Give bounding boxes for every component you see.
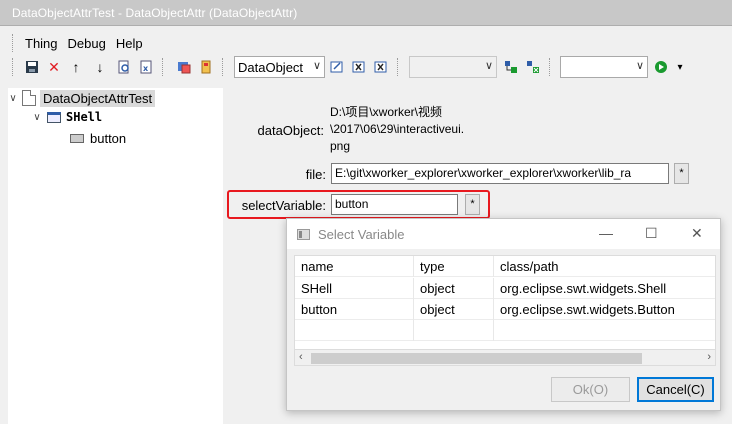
data-object-label: dataObject: bbox=[257, 123, 325, 138]
move-up-icon[interactable]: ↑ bbox=[67, 58, 85, 76]
dialog-titlebar[interactable]: Select Variable — ☐ ✕ bbox=[287, 219, 720, 249]
svg-text:x: x bbox=[143, 64, 149, 73]
file-field[interactable]: E:\git\xworker_explorer\xworker_explorer… bbox=[331, 163, 669, 184]
cell-class-path: org.eclipse.swt.widgets.Button bbox=[500, 302, 675, 317]
find-icon[interactable] bbox=[115, 58, 133, 76]
column-header-class-path[interactable]: class/path bbox=[494, 256, 715, 277]
cell-name: button bbox=[295, 299, 414, 320]
data-object-value: D:\项目\xworker\视频 \2017\06\29\interactive… bbox=[330, 104, 464, 155]
edit-icon[interactable] bbox=[328, 58, 346, 76]
column-header-type[interactable]: type bbox=[414, 256, 494, 277]
dialog-title: Select Variable bbox=[318, 227, 405, 242]
minimize-icon[interactable]: — bbox=[599, 225, 613, 241]
window-icon bbox=[47, 111, 61, 123]
tree-expanded-icon[interactable]: ∨ bbox=[8, 93, 18, 104]
menu-thing[interactable]: Thing bbox=[25, 34, 58, 54]
data-object-value-line-3: png bbox=[330, 139, 351, 153]
toolbar-grip bbox=[12, 58, 15, 76]
file-label: file: bbox=[305, 167, 326, 182]
scroll-right-icon[interactable]: › bbox=[707, 351, 711, 363]
run-config-combo[interactable]: ∨ bbox=[560, 56, 648, 78]
column-header-name[interactable]: name bbox=[295, 256, 414, 277]
menu-help[interactable]: Help bbox=[116, 34, 143, 54]
cancel-button[interactable]: Cancel(C) bbox=[637, 377, 714, 402]
menu-debug[interactable]: Debug bbox=[68, 34, 106, 54]
button-icon bbox=[70, 133, 84, 143]
document-icon bbox=[22, 90, 36, 106]
cell-empty bbox=[295, 320, 414, 341]
move-down-icon[interactable]: ↓ bbox=[91, 58, 109, 76]
chevron-down-icon: ∨ bbox=[312, 60, 321, 72]
delete-icon[interactable]: ✕ bbox=[45, 58, 63, 76]
cell-name: SHell bbox=[295, 278, 414, 299]
chevron-down-icon-2: ∨ bbox=[484, 60, 493, 72]
tree-remove-icon[interactable] bbox=[524, 58, 542, 76]
table-row[interactable]: button object org.eclipse.swt.widgets.Bu… bbox=[295, 299, 715, 320]
cell-class-path: org.eclipse.swt.widgets.Shell bbox=[500, 281, 667, 296]
data-object-value-line-1: D:\项目\xworker\视频 bbox=[330, 105, 443, 119]
table-header-row: name type class/path bbox=[295, 256, 715, 277]
ok-button[interactable]: Ok(O) bbox=[551, 377, 630, 402]
cell-type: object bbox=[414, 299, 494, 320]
run-icon[interactable] bbox=[652, 58, 670, 76]
menu-grip bbox=[12, 34, 15, 52]
secondary-combo[interactable]: ∨ bbox=[409, 56, 497, 78]
tree-item-button-label: button bbox=[90, 130, 127, 146]
toolbar-separator-4 bbox=[549, 58, 552, 76]
window-title: DataObjectAttrTest - DataObjectAttr (Dat… bbox=[12, 6, 298, 20]
select-variable-button[interactable]: * bbox=[465, 194, 480, 215]
thing-icon[interactable] bbox=[175, 58, 193, 76]
toolbar-separator bbox=[162, 58, 165, 76]
window-titlebar[interactable]: DataObjectAttrTest - DataObjectAttr (Dat… bbox=[0, 0, 732, 26]
table-row-empty bbox=[295, 320, 715, 341]
save-icon[interactable] bbox=[23, 58, 41, 76]
select-variable-field[interactable]: button bbox=[331, 194, 458, 215]
tree-expanded-icon-2[interactable]: ∨ bbox=[32, 112, 42, 123]
data-object-value-line-2: \2017\06\29\interactiveui. bbox=[330, 122, 465, 136]
cell-type: object bbox=[414, 278, 494, 299]
cell-empty bbox=[494, 320, 715, 341]
thing-tree[interactable]: ∨ DataObjectAttrTest ∨ SHell button bbox=[8, 88, 223, 424]
thing-type-combo-value: DataObject bbox=[238, 60, 304, 75]
select-variable-label: selectVariable: bbox=[241, 198, 326, 213]
bookmark-icon[interactable] bbox=[197, 58, 215, 76]
table-row[interactable]: SHell object org.eclipse.swt.widgets.She… bbox=[295, 278, 715, 299]
toolbar-separator-3 bbox=[397, 58, 400, 76]
toolbar: ✕ ↑ ↓ x DataObject ∨ ∨ ∨ ▾ bbox=[12, 55, 728, 79]
xml-icon[interactable]: x bbox=[137, 58, 155, 76]
tree-add-icon[interactable] bbox=[502, 58, 520, 76]
scroll-left-icon[interactable]: ‹ bbox=[299, 351, 303, 363]
tree-item-shell[interactable]: ∨ SHell bbox=[32, 108, 102, 126]
dialog-app-icon bbox=[297, 229, 310, 240]
dropdown-icon[interactable]: ▾ bbox=[671, 58, 689, 76]
select-variable-dialog: Select Variable — ☐ ✕ name type class/pa… bbox=[286, 218, 721, 411]
tree-item-button[interactable]: button bbox=[70, 129, 126, 147]
maximize-icon[interactable]: ☐ bbox=[645, 225, 658, 242]
chevron-down-icon-3: ∨ bbox=[635, 60, 644, 72]
file-browse-button[interactable]: * bbox=[674, 163, 689, 184]
thing-type-combo[interactable]: DataObject ∨ bbox=[234, 56, 325, 78]
cell-empty bbox=[414, 320, 494, 341]
toolbar-separator-2 bbox=[222, 58, 225, 76]
scrollbar-thumb[interactable] bbox=[311, 353, 642, 364]
tree-item-root-label: DataObjectAttrTest bbox=[40, 89, 156, 107]
x-icon-2[interactable] bbox=[372, 58, 390, 76]
close-icon[interactable]: ✕ bbox=[691, 225, 703, 242]
x-icon[interactable] bbox=[350, 58, 368, 76]
horizontal-scrollbar[interactable]: ‹ › bbox=[294, 349, 716, 366]
tree-item-root[interactable]: ∨ DataObjectAttrTest bbox=[8, 89, 156, 107]
menu-bar: Thing Debug Help bbox=[12, 34, 153, 54]
tree-item-shell-label: SHell bbox=[66, 110, 103, 124]
